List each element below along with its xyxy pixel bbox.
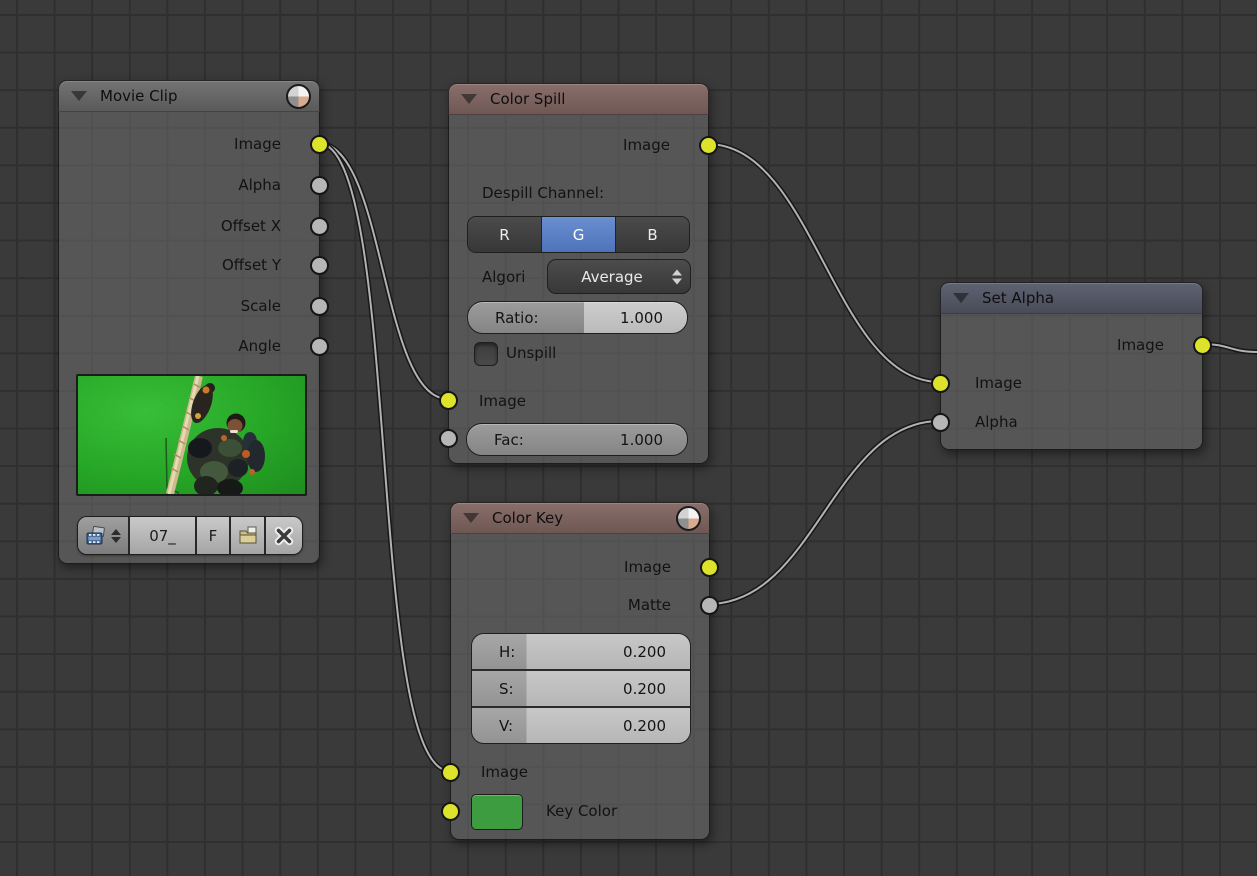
open-file-icon: [239, 526, 256, 544]
collapse-triangle-icon[interactable]: [463, 513, 479, 523]
node-title: Color Spill: [490, 90, 566, 108]
unlink-x-icon: [274, 526, 294, 545]
socket-key-color-input[interactable]: [441, 802, 460, 821]
link-colorspill-to-setalpha[interactable]: [704, 141, 943, 385]
collapse-triangle-icon[interactable]: [461, 94, 477, 104]
output-label: Matte: [627, 596, 671, 614]
node-editor-canvas[interactable]: Movie Clip Image Alpha Offset X Offset Y…: [0, 0, 1257, 876]
input-label: Alpha: [975, 413, 1018, 431]
input-label: Image: [479, 392, 526, 410]
despill-channel-buttons: R G B: [467, 216, 690, 253]
dropdown-arrows-icon: [672, 269, 682, 284]
film-clip-icon: [86, 525, 105, 544]
output-label: Offset Y: [222, 256, 281, 274]
channel-r-button[interactable]: R: [468, 217, 541, 252]
output-label: Offset X: [220, 217, 281, 235]
key-color-swatch[interactable]: [471, 794, 523, 830]
color-key-header[interactable]: Color Key: [450, 502, 710, 534]
v-slider[interactable]: V: 0.200: [472, 706, 690, 743]
output-label: Image: [623, 136, 670, 154]
unspill-checkbox[interactable]: [474, 342, 498, 366]
fake-user-button[interactable]: F: [195, 517, 229, 554]
hsv-sliders: H: 0.200 S: 0.200 V: 0.200: [471, 633, 691, 744]
link-movieclip-to-colorspill[interactable]: [315, 140, 451, 402]
preview-sphere-icon: [286, 84, 311, 109]
fac-slider[interactable]: Fac: 1.000: [466, 423, 688, 456]
algorithm-label: Algori: [482, 268, 526, 286]
collapse-triangle-icon[interactable]: [71, 91, 87, 101]
input-label: Image: [975, 374, 1022, 392]
node-color-spill: Color Spill Image Despill Channel: R G B…: [439, 83, 718, 464]
socket-image-output[interactable]: [310, 135, 329, 154]
set-alpha-header[interactable]: Set Alpha: [940, 282, 1203, 314]
socket-image-output[interactable]: [700, 558, 719, 577]
socket-fac-input[interactable]: [439, 429, 458, 448]
h-slider[interactable]: H: 0.200: [472, 634, 690, 669]
socket-image-input[interactable]: [439, 391, 458, 410]
output-label: Image: [234, 135, 281, 153]
unlink-button[interactable]: [264, 517, 302, 554]
socket-alpha-input[interactable]: [931, 413, 950, 432]
link-movieclip-to-colorkey[interactable]: [315, 140, 453, 774]
socket-offset-x-output[interactable]: [310, 217, 329, 236]
key-color-label: Key Color: [546, 802, 618, 820]
node-color-key: Color Key Image Matte H: 0.200 S: 0.200 …: [441, 502, 719, 840]
open-file-button[interactable]: [229, 517, 264, 554]
clip-preview-image: [76, 374, 307, 496]
id-browser-arrows-icon: [111, 528, 121, 543]
node-title: Movie Clip: [100, 87, 178, 105]
channel-b-button[interactable]: B: [615, 217, 689, 252]
output-label: Angle: [238, 337, 281, 355]
socket-image-output[interactable]: [699, 136, 718, 155]
node-movie-clip: Movie Clip Image Alpha Offset X Offset Y…: [58, 80, 329, 564]
socket-image-input[interactable]: [441, 763, 460, 782]
node-title: Color Key: [492, 509, 564, 527]
algorithm-value: Average: [581, 267, 643, 286]
socket-offset-y-output[interactable]: [310, 256, 329, 275]
socket-image-input[interactable]: [931, 374, 950, 393]
clip-browse-button[interactable]: [78, 517, 128, 554]
algorithm-dropdown[interactable]: Average: [547, 259, 691, 294]
clip-name-field[interactable]: 07_: [128, 517, 195, 554]
clip-id-browser: 07_ F: [77, 516, 303, 555]
clip-name-value: 07_: [149, 526, 176, 545]
color-spill-header[interactable]: Color Spill: [448, 83, 709, 115]
collapse-triangle-icon[interactable]: [953, 293, 969, 303]
output-label: Alpha: [238, 176, 281, 194]
channel-g-button[interactable]: G: [541, 217, 615, 252]
output-label: Scale: [240, 297, 281, 315]
unspill-label: Unspill: [506, 344, 557, 362]
node-set-alpha: Set Alpha Image Image Alpha: [931, 282, 1212, 450]
socket-matte-output[interactable]: [700, 596, 719, 615]
output-label: Image: [1117, 336, 1164, 354]
socket-alpha-output[interactable]: [310, 176, 329, 195]
output-label: Image: [624, 558, 671, 576]
socket-image-output[interactable]: [1193, 336, 1212, 355]
s-slider[interactable]: S: 0.200: [472, 669, 690, 706]
input-label: Image: [481, 763, 528, 781]
movie-clip-header[interactable]: Movie Clip: [58, 80, 320, 112]
ratio-slider[interactable]: Ratio: 1.000: [467, 301, 688, 334]
link-colorkey-matte-to-setalpha-alpha[interactable]: [705, 418, 943, 607]
socket-scale-output[interactable]: [310, 297, 329, 316]
node-title: Set Alpha: [982, 289, 1055, 307]
preview-sphere-icon: [676, 506, 701, 531]
despill-channel-label: Despill Channel:: [482, 184, 605, 202]
socket-angle-output[interactable]: [310, 337, 329, 356]
